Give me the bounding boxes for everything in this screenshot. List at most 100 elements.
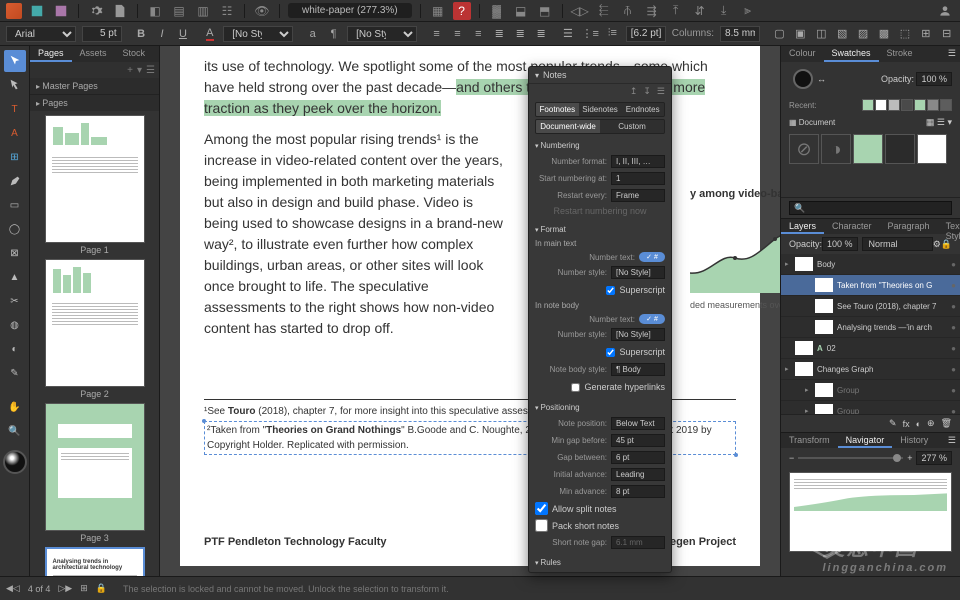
zoom-in-icon[interactable]: + xyxy=(907,453,912,463)
font-size-field[interactable] xyxy=(82,26,122,42)
layer-item[interactable]: Taken from "Theories on G● xyxy=(781,275,960,296)
hyperlinks-chk[interactable] xyxy=(571,383,580,392)
special-swatch[interactable]: ⊘ xyxy=(789,134,819,164)
frame-opt-7[interactable]: ⬚ xyxy=(897,25,912,43)
mask-icon[interactable]: ◐ xyxy=(916,419,921,429)
tab-text-styles[interactable]: Text Styles xyxy=(938,219,960,234)
zoom-slider[interactable] xyxy=(798,457,903,459)
page-thumb-1[interactable]: Page 1 xyxy=(45,115,145,255)
brush-tool[interactable]: ✎ xyxy=(4,362,26,384)
page-thumb-2[interactable]: Page 2 xyxy=(45,259,145,399)
page-thumb-3[interactable]: Page 3 xyxy=(45,403,145,543)
frame-opt-4[interactable]: ▧ xyxy=(835,25,850,43)
arrange-icon[interactable]: ▓ xyxy=(488,2,506,20)
layer-item[interactable]: See Touro (2018), chapter 7● xyxy=(781,296,960,317)
add-swatch-icon[interactable]: ▾ xyxy=(947,117,952,127)
format-section[interactable]: Format xyxy=(535,222,665,237)
panel-menu-icon[interactable]: ☰ xyxy=(944,46,960,62)
pan-tool[interactable]: ✋ xyxy=(4,396,26,418)
tab-stock[interactable]: Stock xyxy=(115,46,154,62)
tab-history[interactable]: History xyxy=(892,433,936,448)
art-text-tool[interactable]: A xyxy=(4,122,26,144)
nav-menu-icon[interactable]: ☰ xyxy=(944,433,960,448)
layer-item[interactable]: Analysing trends —'in arch● xyxy=(781,317,960,338)
tab-stroke[interactable]: Stroke xyxy=(879,46,921,62)
para-style-btn[interactable]: a xyxy=(305,25,320,43)
help-icon[interactable]: ? xyxy=(453,2,471,20)
account-icon[interactable] xyxy=(936,2,954,20)
blend-mode-select[interactable]: Normal xyxy=(862,237,933,251)
align-justify-btn[interactable]: ≣ xyxy=(492,25,507,43)
note-numtext-pill[interactable]: ✓ # xyxy=(639,314,665,324)
persona-icon-1[interactable] xyxy=(28,2,46,20)
pages-menu-icon[interactable]: ▾ xyxy=(137,65,142,76)
align-top-icon[interactable]: ⤒ xyxy=(667,2,685,20)
numbering-section[interactable]: Numbering xyxy=(535,138,665,153)
tab-pages[interactable]: Pages xyxy=(30,46,72,62)
paragraph-2[interactable]: Among the most popular rising trends¹ is… xyxy=(204,129,504,339)
recent-swatch[interactable] xyxy=(888,99,900,111)
layer-item[interactable]: ▸Group● xyxy=(781,380,960,401)
document-setup-icon[interactable] xyxy=(111,2,129,20)
tab-transform[interactable]: Transform xyxy=(781,433,838,448)
layer-lock-icon[interactable]: 🔒 xyxy=(941,239,952,250)
notes-add-icon[interactable]: ☰ xyxy=(657,86,665,98)
preflight-icon[interactable]: ▦ xyxy=(429,2,447,20)
align-right-icon[interactable]: ⇶ xyxy=(643,2,661,20)
page-indicator[interactable]: 4 of 4 xyxy=(28,584,51,594)
layer-item[interactable]: ▸Changes Graph● xyxy=(781,359,960,380)
add-page-icon[interactable]: + xyxy=(127,65,133,76)
restart-every-select[interactable]: Frame xyxy=(611,189,665,202)
start-number-field[interactable]: 1 xyxy=(611,172,665,185)
recent-swatch[interactable] xyxy=(901,99,913,111)
view-mode-2[interactable]: ▤ xyxy=(170,2,188,20)
list-view-icon[interactable]: ☰ xyxy=(937,117,945,127)
note-bodystyle-select[interactable]: ¶ Body xyxy=(611,363,665,376)
tab-paragraph[interactable]: Paragraph xyxy=(880,219,938,234)
chart-frame[interactable]: y among video-based 60% 64% ded measurem… xyxy=(690,186,780,312)
pen-tool[interactable] xyxy=(4,170,26,192)
recent-swatch[interactable] xyxy=(940,99,952,111)
document-tab[interactable]: white-paper (277.3%) xyxy=(288,3,412,18)
align-right-btn[interactable]: ≡ xyxy=(471,25,486,43)
prev-spread-btn[interactable]: ◀◁ xyxy=(6,583,20,594)
align-left-icon[interactable]: ⬱ xyxy=(595,2,613,20)
char-color-btn[interactable]: A xyxy=(202,25,217,43)
pack-short-chk[interactable] xyxy=(535,519,548,532)
picture-frame-tool[interactable]: ⊠ xyxy=(4,242,26,264)
document-canvas[interactable]: its use of technology. We spotlight some… xyxy=(160,46,780,576)
pages-header[interactable]: Pages xyxy=(30,94,159,111)
grid-view-icon[interactable]: ▦ xyxy=(926,117,935,127)
min-advance-field[interactable]: 8 pt xyxy=(611,485,665,498)
fx-icon[interactable]: fx xyxy=(903,419,910,429)
pages-icon[interactable]: ▥ xyxy=(194,2,212,20)
persona-icon-2[interactable] xyxy=(52,2,70,20)
allow-split-chk[interactable] xyxy=(535,502,548,515)
align-justify2-btn[interactable]: ≣ xyxy=(513,25,528,43)
fill-color-well[interactable] xyxy=(793,69,813,89)
zoom-out-icon[interactable]: − xyxy=(789,453,794,463)
page-body[interactable]: its use of technology. We spotlight some… xyxy=(180,46,760,566)
main-numtext-pill[interactable]: ✓ # xyxy=(639,252,665,262)
init-advance-select[interactable]: Leading xyxy=(611,468,665,481)
swap-icon[interactable]: ↔ xyxy=(817,74,826,84)
doc-swatch[interactable] xyxy=(917,134,947,164)
notes-type-segment[interactable]: FootnotesSidenotesEndnotes xyxy=(535,102,665,117)
layer-item[interactable]: ▸Body● xyxy=(781,254,960,275)
align-justify3-btn[interactable]: ≣ xyxy=(534,25,549,43)
view-opts-icon[interactable]: ⊞ xyxy=(80,583,88,594)
list-2-btn[interactable]: ⋮≡ xyxy=(581,25,598,43)
char-style-select[interactable]: [No Style] xyxy=(223,26,293,42)
tab-assets[interactable]: Assets xyxy=(72,46,115,62)
frame-opt-1[interactable]: ▢ xyxy=(772,25,787,43)
frame-opt-8[interactable]: ⊞ xyxy=(918,25,933,43)
recent-swatch[interactable] xyxy=(862,99,874,111)
delete-layer-icon[interactable]: 🗑 xyxy=(941,418,952,429)
font-family-select[interactable]: Arial xyxy=(6,26,76,42)
add-layer-icon[interactable]: ⊕ xyxy=(927,418,935,429)
node-tool[interactable] xyxy=(4,74,26,96)
edit-layers-icon[interactable]: ✎ xyxy=(889,418,897,429)
leading-field[interactable] xyxy=(626,26,666,42)
bold-btn[interactable]: B xyxy=(134,25,149,43)
align-bottom-icon[interactable]: ⤓ xyxy=(715,2,733,20)
